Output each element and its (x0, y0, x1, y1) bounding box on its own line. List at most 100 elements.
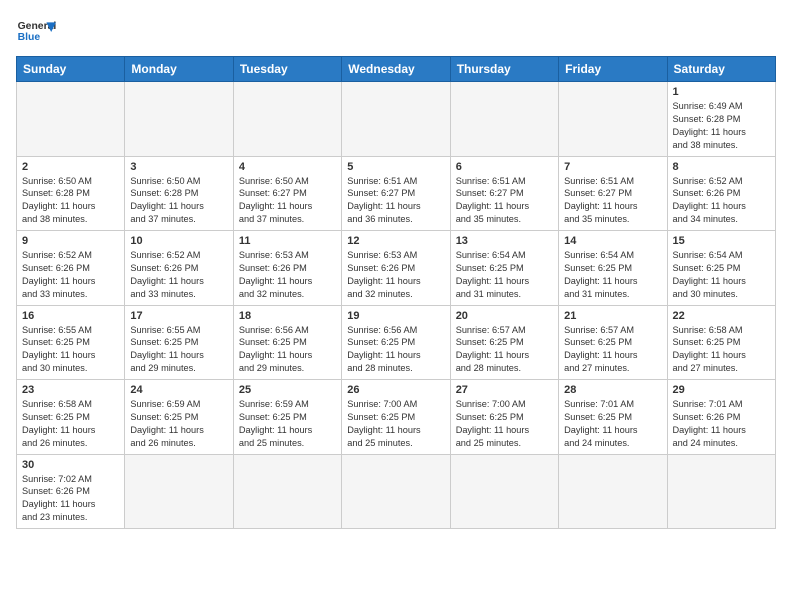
weekday-header-monday: Monday (125, 57, 233, 82)
calendar-cell (450, 82, 558, 157)
day-info: Sunrise: 7:01 AMSunset: 6:25 PMDaylight:… (564, 398, 661, 450)
calendar-cell: 20 Sunrise: 6:57 AMSunset: 6:25 PMDayligh… (450, 305, 558, 380)
day-number: 14 (564, 235, 661, 247)
day-number: 22 (673, 310, 770, 322)
calendar-cell: 1 Sunrise: 6:49 AMSunset: 6:28 PMDaylight… (667, 82, 775, 157)
calendar-cell: 7 Sunrise: 6:51 AMSunset: 6:27 PMDaylight… (559, 156, 667, 231)
calendar-cell: 23Sunrise: 6:58 AMSunset: 6:25 PMDayligh… (17, 380, 125, 455)
day-number: 21 (564, 310, 661, 322)
day-number: 6 (456, 161, 553, 173)
day-number: 28 (564, 384, 661, 396)
day-number: 20 (456, 310, 553, 322)
day-info: Sunrise: 6:56 AMSunset: 6:25 PMDaylight:… (347, 324, 444, 376)
day-number: 1 (673, 86, 770, 98)
calendar-cell: 16 Sunrise: 6:55 AMSunset: 6:25 PMDayligh… (17, 305, 125, 380)
day-info: Sunrise: 6:52 AMSunset: 6:26 PMDaylight:… (22, 249, 119, 301)
day-number: 23 (22, 384, 119, 396)
calendar-cell: 17Sunrise: 6:55 AMSunset: 6:25 PMDayligh… (125, 305, 233, 380)
calendar-cell (125, 454, 233, 529)
day-number: 5 (347, 161, 444, 173)
day-info: Sunrise: 6:54 AMSunset: 6:25 PMDaylight:… (673, 249, 770, 301)
logo: General Blue (16, 16, 56, 48)
day-number: 15 (673, 235, 770, 247)
calendar-cell: 9 Sunrise: 6:52 AMSunset: 6:26 PMDaylight… (17, 231, 125, 306)
calendar-cell (342, 82, 450, 157)
day-info: Sunrise: 6:56 AMSunset: 6:25 PMDaylight:… (239, 324, 336, 376)
day-number: 16 (22, 310, 119, 322)
day-info: Sunrise: 6:54 AMSunset: 6:25 PMDaylight:… (564, 249, 661, 301)
calendar-cell (450, 454, 558, 529)
calendar-cell: 24 Sunrise: 6:59 AMSunset: 6:25 PMDayligh… (125, 380, 233, 455)
day-info: Sunrise: 6:57 AMSunset: 6:25 PMDaylight:… (564, 324, 661, 376)
day-number: 18 (239, 310, 336, 322)
day-info: Sunrise: 6:57 AMSunset: 6:25 PMDaylight:… (456, 324, 553, 376)
calendar-cell (233, 454, 341, 529)
day-number: 13 (456, 235, 553, 247)
day-info: Sunrise: 6:51 AMSunset: 6:27 PMDaylight:… (564, 175, 661, 227)
calendar-cell: 19 Sunrise: 6:56 AMSunset: 6:25 PMDayligh… (342, 305, 450, 380)
day-number: 8 (673, 161, 770, 173)
day-number: 2 (22, 161, 119, 173)
calendar-cell: 25Sunrise: 6:59 AMSunset: 6:25 PMDayligh… (233, 380, 341, 455)
day-number: 19 (347, 310, 444, 322)
calendar-cell: 5 Sunrise: 6:51 AMSunset: 6:27 PMDaylight… (342, 156, 450, 231)
day-info: Sunrise: 6:52 AMSunset: 6:26 PMDaylight:… (130, 249, 227, 301)
calendar-cell: 2 Sunrise: 6:50 AMSunset: 6:28 PMDaylight… (17, 156, 125, 231)
day-number: 3 (130, 161, 227, 173)
day-info: Sunrise: 6:52 AMSunset: 6:26 PMDaylight:… (673, 175, 770, 227)
calendar-cell: 18 Sunrise: 6:56 AMSunset: 6:25 PMDayligh… (233, 305, 341, 380)
calendar-cell: 13 Sunrise: 6:54 AMSunset: 6:25 PMDayligh… (450, 231, 558, 306)
calendar-cell (342, 454, 450, 529)
day-info: Sunrise: 7:02 AMSunset: 6:26 PMDaylight:… (22, 473, 119, 525)
day-number: 7 (564, 161, 661, 173)
day-number: 24 (130, 384, 227, 396)
calendar-cell: 21 Sunrise: 6:57 AMSunset: 6:25 PMDayligh… (559, 305, 667, 380)
calendar-cell (17, 82, 125, 157)
day-info: Sunrise: 6:55 AMSunset: 6:25 PMDaylight:… (22, 324, 119, 376)
day-info: Sunrise: 6:50 AMSunset: 6:27 PMDaylight:… (239, 175, 336, 227)
weekday-header-tuesday: Tuesday (233, 57, 341, 82)
calendar-cell: 10 Sunrise: 6:52 AMSunset: 6:26 PMDayligh… (125, 231, 233, 306)
day-info: Sunrise: 6:53 AMSunset: 6:26 PMDaylight:… (347, 249, 444, 301)
day-info: Sunrise: 6:59 AMSunset: 6:25 PMDaylight:… (130, 398, 227, 450)
calendar-cell: 8 Sunrise: 6:52 AMSunset: 6:26 PMDaylight… (667, 156, 775, 231)
weekday-header-thursday: Thursday (450, 57, 558, 82)
day-number: 25 (239, 384, 336, 396)
calendar-cell: 28 Sunrise: 7:01 AMSunset: 6:25 PMDayligh… (559, 380, 667, 455)
day-number: 9 (22, 235, 119, 247)
day-number: 17 (130, 310, 227, 322)
day-info: Sunrise: 6:51 AMSunset: 6:27 PMDaylight:… (347, 175, 444, 227)
day-info: Sunrise: 7:00 AMSunset: 6:25 PMDaylight:… (456, 398, 553, 450)
weekday-header-sunday: Sunday (17, 57, 125, 82)
calendar-cell (125, 82, 233, 157)
calendar-cell (667, 454, 775, 529)
weekday-header-wednesday: Wednesday (342, 57, 450, 82)
calendar-cell: 14 Sunrise: 6:54 AMSunset: 6:25 PMDayligh… (559, 231, 667, 306)
day-info: Sunrise: 6:53 AMSunset: 6:26 PMDaylight:… (239, 249, 336, 301)
calendar-cell: 4 Sunrise: 6:50 AMSunset: 6:27 PMDaylight… (233, 156, 341, 231)
day-info: Sunrise: 6:50 AMSunset: 6:28 PMDaylight:… (130, 175, 227, 227)
day-info: Sunrise: 6:54 AMSunset: 6:25 PMDaylight:… (456, 249, 553, 301)
day-info: Sunrise: 6:50 AMSunset: 6:28 PMDaylight:… (22, 175, 119, 227)
calendar-cell: 29Sunrise: 7:01 AMSunset: 6:26 PMDayligh… (667, 380, 775, 455)
weekday-header-saturday: Saturday (667, 57, 775, 82)
day-info: Sunrise: 6:49 AMSunset: 6:28 PMDaylight:… (673, 100, 770, 152)
page-header: General Blue (16, 16, 776, 48)
calendar-cell: 15 Sunrise: 6:54 AMSunset: 6:25 PMDayligh… (667, 231, 775, 306)
svg-text:Blue: Blue (18, 32, 41, 43)
day-info: Sunrise: 7:00 AMSunset: 6:25 PMDaylight:… (347, 398, 444, 450)
calendar-cell: 6Sunrise: 6:51 AMSunset: 6:27 PMDaylight… (450, 156, 558, 231)
day-number: 27 (456, 384, 553, 396)
calendar-cell: 26 Sunrise: 7:00 AMSunset: 6:25 PMDayligh… (342, 380, 450, 455)
weekday-header-friday: Friday (559, 57, 667, 82)
day-number: 26 (347, 384, 444, 396)
calendar-cell: 22Sunrise: 6:58 AMSunset: 6:25 PMDayligh… (667, 305, 775, 380)
day-info: Sunrise: 7:01 AMSunset: 6:26 PMDaylight:… (673, 398, 770, 450)
day-number: 12 (347, 235, 444, 247)
day-number: 11 (239, 235, 336, 247)
day-number: 10 (130, 235, 227, 247)
day-number: 4 (239, 161, 336, 173)
logo-icon: General Blue (16, 16, 56, 48)
calendar-cell: 27 Sunrise: 7:00 AMSunset: 6:25 PMDayligh… (450, 380, 558, 455)
calendar-cell: 30Sunrise: 7:02 AMSunset: 6:26 PMDayligh… (17, 454, 125, 529)
